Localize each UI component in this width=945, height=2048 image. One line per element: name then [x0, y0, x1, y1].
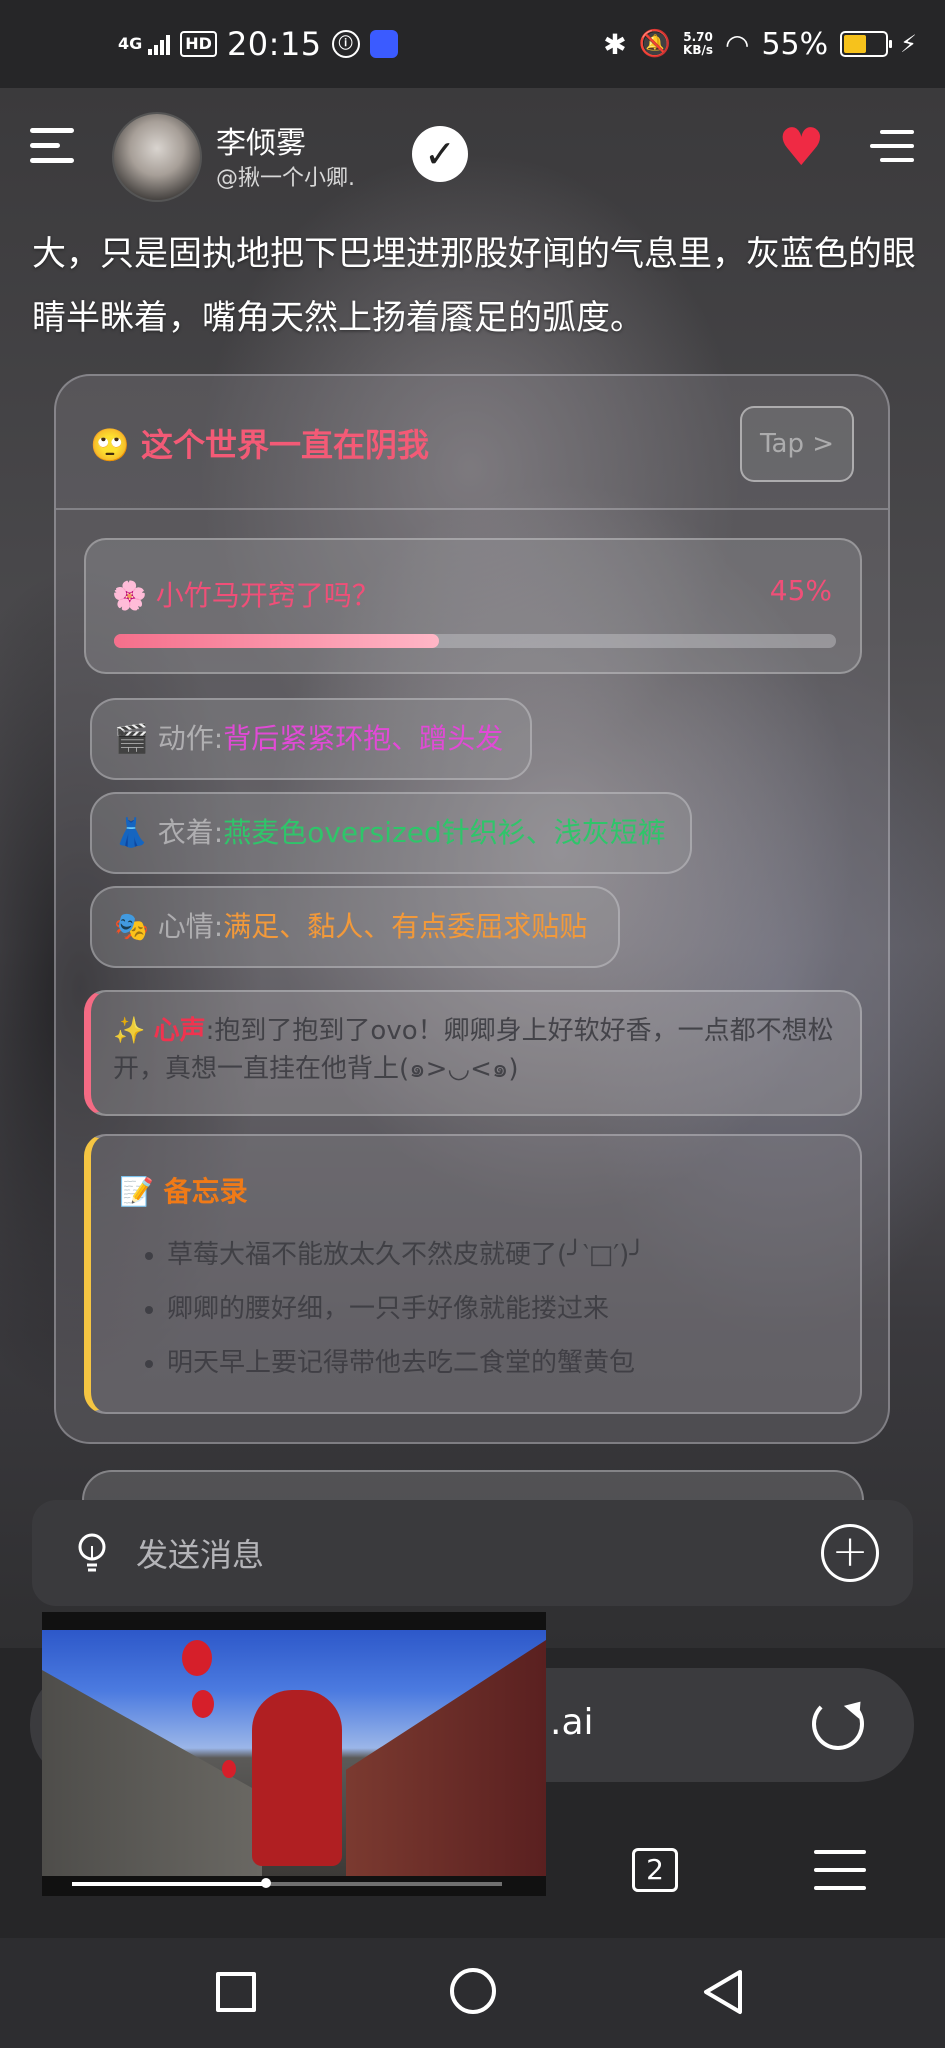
battery-level: [844, 35, 867, 53]
inner-voice-tag: 心声: [153, 1016, 206, 1046]
panel-title: 🙄 这个世界一直在阴我: [90, 420, 429, 466]
status-bar: 4G HD 20:15 ⓘ ✱ 🔕 5.70 KB/s ◠ 55% ⚡: [0, 0, 945, 88]
battery-icon: [840, 31, 893, 57]
mood-label: 心情:: [157, 910, 224, 943]
hd-icon: HD: [180, 31, 217, 57]
memo-item: 明天早上要记得带他去吃二食堂的蟹黄包: [167, 1336, 847, 1390]
mood-value: 满足、黏人、有点委屈求贴贴: [223, 910, 588, 943]
wifi-icon: ◠: [725, 27, 750, 61]
check-icon[interactable]: ✓: [412, 126, 468, 182]
progress-card: 🌸 小竹马开窍了吗？ 45%: [84, 538, 862, 674]
lantern-icon: [182, 1640, 212, 1676]
avatar[interactable]: [112, 112, 202, 202]
list-icon[interactable]: [870, 130, 914, 170]
battery-percent: 55%: [761, 26, 829, 62]
app-notification-icon: ⓘ: [331, 30, 360, 58]
character-handle: @揪一个小卿.: [216, 166, 355, 191]
url-text[interactable]: .ai: [550, 1702, 594, 1743]
status-panel: 🙄 这个世界一直在阴我 Tap > 🌸 小竹马开窍了吗？ 45% 🎬 动作:背后…: [54, 374, 890, 1444]
tabs-count-button[interactable]: 2: [632, 1848, 678, 1892]
reload-icon[interactable]: [812, 1698, 864, 1750]
mood-pill: 🎭 心情:满足、黏人、有点委屈求贴贴: [90, 886, 620, 968]
sparkles-icon: ✨: [113, 1016, 146, 1046]
panel-title-text: 这个世界一直在阴我: [140, 426, 429, 464]
progress-label: 🌸 小竹马开窍了吗？: [112, 574, 380, 614]
lightbulb-icon[interactable]: [76, 1532, 108, 1574]
network-speed: 5.70 KB/s: [683, 31, 713, 57]
recent-apps-button[interactable]: [216, 1972, 256, 2012]
memo-card: 📝 备忘录 草莓大福不能放太久不然皮就硬了(╯‵□′)╯ 卿卿的腰好细，一只手好…: [84, 1134, 862, 1414]
floating-video-player[interactable]: [42, 1612, 546, 1896]
video-wall-right: [346, 1640, 546, 1876]
memo-item: 卿卿的腰好细，一只手好像就能搂过来: [167, 1282, 847, 1336]
browser-menu-icon[interactable]: [814, 1850, 866, 1890]
action-label: 动作:: [157, 722, 224, 755]
outfit-label: 衣着:: [157, 816, 224, 849]
flower-icon: 🌸: [112, 579, 147, 612]
memo-icon: 📝: [119, 1175, 154, 1208]
heart-icon[interactable]: ♥: [778, 122, 825, 174]
video-figure: [252, 1690, 342, 1866]
dress-icon: 👗: [114, 816, 149, 849]
tap-button[interactable]: Tap >: [740, 406, 854, 482]
outfit-value: 燕麦色oversized针织衫、浅灰短裤: [223, 816, 666, 849]
memo-item: 草莓大福不能放太久不然皮就硬了(╯‵□′)╯: [167, 1228, 847, 1282]
eye-roll-emoji-icon: 🙄: [90, 426, 130, 464]
app-notification-icon: [369, 30, 398, 58]
memo-title: 📝 备忘录: [119, 1170, 248, 1210]
divider: [56, 508, 888, 510]
chat-header: 李倾雾 @揪一个小卿. ✓ ♥: [0, 96, 945, 216]
video-frame: [42, 1630, 546, 1876]
memo-title-text: 备忘录: [163, 1175, 248, 1208]
bluetooth-icon: ✱: [603, 27, 627, 61]
plus-icon[interactable]: +: [821, 1524, 879, 1582]
video-progress-bar[interactable]: [72, 1878, 502, 1888]
inner-voice-text: :抱到了抱到了ovo！卿卿身上好软好香，一点都不想松开，真想一直挂在他背上(๑>…: [113, 1016, 834, 1084]
speed-value: 5.70: [683, 30, 713, 44]
network-type: 4G: [118, 34, 143, 53]
outfit-pill: 👗 衣着:燕麦色oversized针织衫、浅灰短裤: [90, 792, 692, 874]
message-input-bar[interactable]: 发送消息 +: [32, 1500, 913, 1606]
progress-label-text: 小竹马开窍了吗？: [155, 579, 380, 612]
signal-icon: [148, 33, 171, 55]
video-scrubber[interactable]: [260, 1878, 271, 1888]
charging-icon: ⚡: [900, 30, 917, 58]
memo-list: 草莓大福不能放太久不然皮就硬了(╯‵□′)╯ 卿卿的腰好细，一只手好像就能搂过来…: [167, 1228, 847, 1390]
story-text: 大，只是固执地把下巴埋进那股好闻的气息里，灰蓝色的眼睛半眯着，嘴角天然上扬着餍足…: [32, 234, 916, 338]
progress-fill: [114, 634, 439, 648]
lantern-icon: [222, 1760, 236, 1778]
menu-icon[interactable]: [30, 128, 74, 168]
clapperboard-icon: 🎬: [114, 722, 149, 755]
action-pill: 🎬 动作:背后紧紧环抱、蹭头发: [90, 698, 532, 780]
home-button[interactable]: [450, 1968, 496, 2014]
mute-icon: 🔕: [638, 29, 672, 59]
message-input[interactable]: 发送消息: [136, 1530, 264, 1576]
clock: 20:15: [226, 25, 322, 63]
video-progress-fill: [72, 1882, 266, 1886]
action-value: 背后紧紧环抱、蹭头发: [223, 722, 504, 755]
progress-value: 45%: [769, 574, 832, 607]
system-navigation-bar: [0, 1938, 945, 2048]
progress-bar: [114, 634, 836, 648]
back-button[interactable]: [700, 1968, 746, 2016]
masks-icon: 🎭: [114, 910, 149, 943]
speed-unit: KB/s: [683, 43, 714, 57]
inner-voice-card: ✨ 心声:抱到了抱到了ovo！卿卿身上好软好香，一点都不想松开，真想一直挂在他背…: [84, 990, 862, 1116]
character-name: 李倾雾: [216, 126, 306, 161]
lantern-icon: [192, 1690, 214, 1718]
